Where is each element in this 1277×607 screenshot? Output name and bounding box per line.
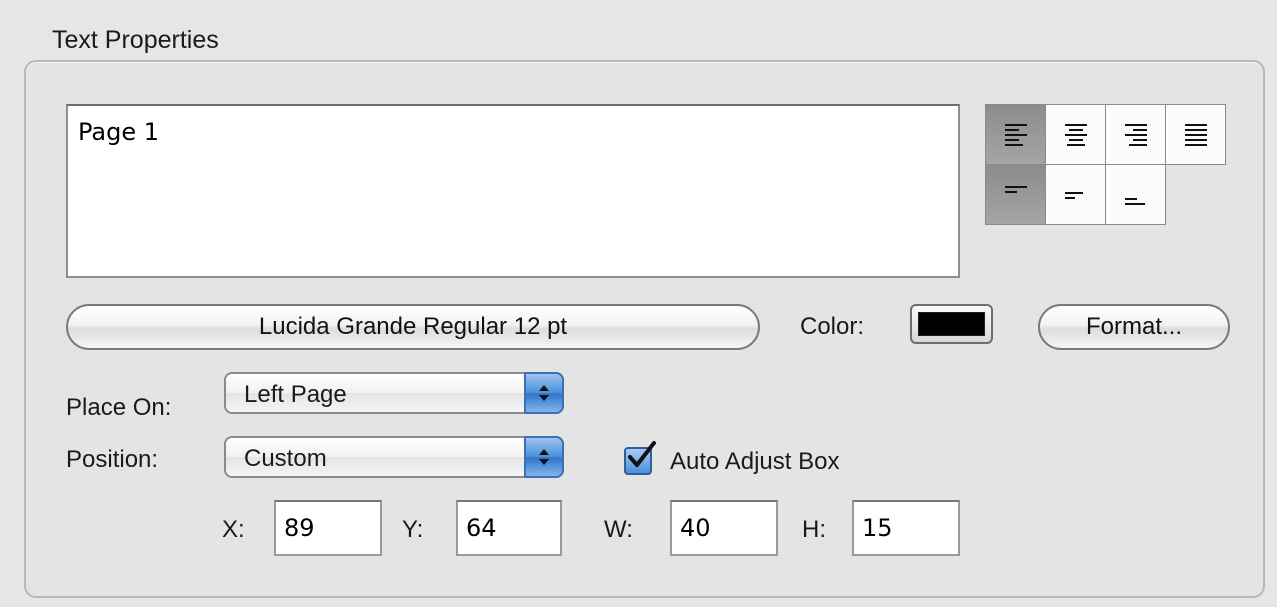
color-label: Color: [800, 313, 865, 340]
valign-bottom-icon [1124, 197, 1145, 205]
group-title: Text Properties [52, 26, 219, 54]
position-popup[interactable]: Custom [224, 436, 564, 478]
place-on-popup[interactable]: Left Page [224, 372, 564, 414]
position-value: Custom [244, 445, 327, 472]
font-button-label: Lucida Grande Regular 12 pt [258, 313, 568, 340]
auto-adjust-checkbox[interactable] [624, 441, 656, 475]
valign-top-icon [1004, 185, 1027, 193]
place-on-label: Place On: [66, 394, 172, 421]
valign-top-button[interactable] [985, 164, 1046, 225]
valign-middle-icon [1064, 191, 1083, 199]
y-label: Y: [402, 516, 424, 543]
valign-middle-button[interactable] [1045, 164, 1106, 225]
align-center-icon [1064, 123, 1087, 146]
checkmark-icon [628, 441, 656, 467]
h-label: H: [802, 516, 826, 543]
color-well[interactable] [910, 304, 993, 344]
position-label: Position: [66, 446, 159, 473]
valign-bottom-button[interactable] [1105, 164, 1166, 225]
font-button[interactable]: Lucida Grande Regular 12 pt [66, 304, 760, 350]
align-justify-icon [1184, 123, 1207, 146]
place-on-value: Left Page [244, 381, 347, 408]
x-field[interactable] [274, 500, 382, 556]
align-right-icon [1124, 123, 1147, 146]
align-left-button[interactable] [985, 104, 1046, 165]
format-button[interactable]: Format... [1038, 304, 1230, 350]
align-center-button[interactable] [1045, 104, 1106, 165]
align-justify-button[interactable] [1165, 104, 1226, 165]
align-right-button[interactable] [1105, 104, 1166, 165]
w-field[interactable] [670, 500, 778, 556]
color-swatch [918, 312, 985, 336]
align-left-icon [1004, 123, 1027, 146]
w-label: W: [604, 516, 633, 543]
h-field[interactable] [852, 500, 960, 556]
y-field[interactable] [456, 500, 562, 556]
text-content-area[interactable]: Page 1 [66, 104, 960, 278]
popup-arrows-icon [524, 372, 564, 414]
x-label: X: [222, 516, 245, 543]
format-button-label: Format... [1085, 313, 1182, 340]
auto-adjust-label: Auto Adjust Box [670, 448, 840, 475]
popup-arrows-icon [524, 436, 564, 478]
